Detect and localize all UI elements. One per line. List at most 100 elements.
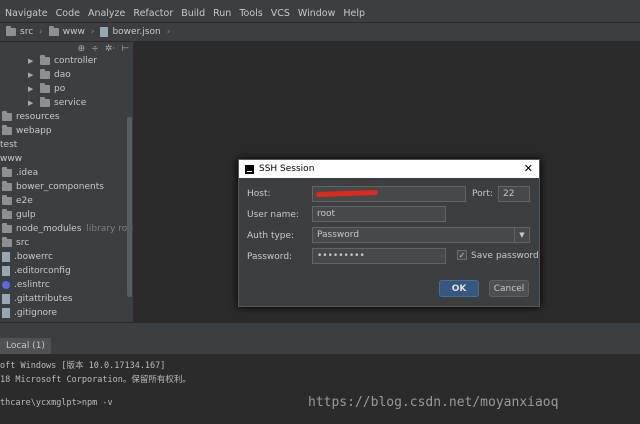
expand-arrow-icon[interactable]: ▶ bbox=[28, 99, 40, 107]
tree-item-label: test bbox=[0, 140, 18, 150]
expand-arrow-icon[interactable]: ▶ bbox=[28, 71, 40, 79]
breadcrumb-bower-json[interactable]: bower.json › bbox=[100, 27, 170, 37]
tree-item-controller[interactable]: ▶ controller bbox=[28, 54, 97, 68]
tree-item-eslintrc[interactable]: .eslintrc bbox=[2, 278, 50, 292]
tree-item-label: .gitignore bbox=[14, 308, 58, 318]
folder-icon bbox=[2, 209, 12, 219]
user-name-field[interactable]: root bbox=[312, 206, 446, 222]
terminal-line: oft Windows [版本 10.0.17134.167] bbox=[0, 361, 166, 371]
breadcrumb-www[interactable]: www › bbox=[48, 26, 94, 37]
tree-item-label: controller bbox=[54, 56, 97, 66]
menu-bar: Navigate Code Analyze Refactor Build Run… bbox=[0, 5, 640, 22]
menu-vcs[interactable]: VCS bbox=[271, 8, 290, 19]
chevron-right-icon: › bbox=[166, 27, 171, 37]
host-field[interactable] bbox=[312, 186, 466, 202]
json-file-icon bbox=[100, 27, 109, 37]
password-field[interactable]: ••••••••• bbox=[312, 248, 446, 264]
tree-item-label: po bbox=[54, 84, 66, 94]
menu-refactor[interactable]: Refactor bbox=[133, 8, 173, 19]
tree-item-dao[interactable]: ▶ dao bbox=[28, 68, 71, 82]
menu-build[interactable]: Build bbox=[181, 8, 205, 19]
dropdown-arrow-icon[interactable]: ▼ bbox=[514, 228, 529, 242]
tool-window-header bbox=[0, 322, 640, 338]
expand-arrow-icon[interactable]: ▶ bbox=[28, 85, 40, 93]
breadcrumb-label: bower.json bbox=[112, 27, 161, 37]
tree-item-bower-components[interactable]: bower_components bbox=[2, 180, 104, 194]
tab-local-terminal[interactable]: Local (1) bbox=[0, 338, 51, 354]
save-password-checkbox[interactable]: ✓ bbox=[457, 250, 467, 260]
terminal-tab-bar bbox=[0, 338, 640, 354]
collapse-icon[interactable]: ÷ bbox=[91, 44, 99, 54]
tree-item-gitignore[interactable]: .gitignore bbox=[2, 306, 57, 320]
tree-item-gitattributes[interactable]: .gitattributes bbox=[2, 292, 73, 306]
auth-type-select[interactable]: Password ▼ bbox=[312, 227, 530, 243]
chevron-right-icon: › bbox=[39, 27, 43, 37]
user-name-value: root bbox=[317, 209, 336, 219]
project-panel: ⊕ ÷ ✲· ⊢ ▶ controller ▶ dao ▶ po ▶ servi… bbox=[0, 42, 136, 322]
terminal-line: thcare\ycxmglpt>npm -v bbox=[0, 398, 113, 408]
menu-tools[interactable]: Tools bbox=[239, 8, 262, 19]
tree-item-www[interactable]: www bbox=[0, 152, 22, 166]
port-label: Port: bbox=[472, 189, 493, 199]
expand-arrow-icon[interactable]: ▶ bbox=[28, 57, 40, 65]
tree-item-label: .editorconfig bbox=[14, 266, 71, 276]
ok-button[interactable]: OK bbox=[439, 280, 479, 297]
tree-item-label: resources bbox=[16, 112, 60, 122]
breadcrumb-label: www bbox=[62, 27, 85, 37]
folder-icon bbox=[2, 181, 12, 191]
terminal-line: 18 Microsoft Corporation。保留所有权利。 bbox=[0, 375, 191, 385]
tree-item-src[interactable]: src bbox=[2, 236, 29, 250]
tree-item-label: webapp bbox=[16, 126, 52, 136]
dialog-title: SSH Session bbox=[259, 164, 315, 174]
folder-icon bbox=[6, 26, 16, 36]
ssh-session-dialog: SSH Session ✕ Host: Port: 22 User name: … bbox=[238, 159, 540, 307]
tree-item-editorconfig[interactable]: .editorconfig bbox=[2, 264, 71, 278]
gear-icon[interactable]: ✲· bbox=[105, 44, 115, 54]
tree-item-label: bower_components bbox=[16, 182, 104, 192]
host-label: Host: bbox=[247, 189, 271, 199]
tree-item-po[interactable]: ▶ po bbox=[28, 82, 65, 96]
watermark-text: https://blog.csdn.net/moyanxiaoq bbox=[308, 395, 559, 410]
dialog-title-bar[interactable]: SSH Session ✕ bbox=[239, 160, 539, 178]
tree-item-label: e2e bbox=[16, 196, 33, 206]
auth-type-label: Auth type: bbox=[247, 231, 295, 241]
folder-icon bbox=[48, 26, 59, 36]
tree-item-webapp[interactable]: webapp bbox=[2, 124, 52, 138]
menu-navigate[interactable]: Navigate bbox=[5, 8, 48, 19]
redaction-mark bbox=[315, 189, 379, 198]
password-label: Password: bbox=[247, 252, 293, 262]
tree-item-label: src bbox=[16, 238, 30, 248]
user-name-label: User name: bbox=[247, 210, 299, 220]
tree-item-service[interactable]: ▶ service bbox=[28, 96, 86, 110]
folder-icon bbox=[40, 83, 50, 93]
terminal-output[interactable]: oft Windows [版本 10.0.17134.167] 18 Micro… bbox=[0, 354, 640, 424]
menu-help[interactable]: Help bbox=[343, 8, 365, 19]
tree-item-gulp[interactable]: gulp bbox=[2, 208, 36, 222]
menu-analyze[interactable]: Analyze bbox=[88, 8, 125, 19]
file-icon bbox=[2, 294, 10, 304]
tree-item-test[interactable]: test bbox=[0, 138, 17, 152]
menu-window[interactable]: Window bbox=[298, 8, 335, 19]
folder-icon bbox=[2, 223, 12, 233]
tree-item-e2e[interactable]: e2e bbox=[2, 194, 33, 208]
tree-item-node-modules[interactable]: node_modules library root bbox=[2, 222, 136, 236]
tree-item-bowerrc[interactable]: .bowerrc bbox=[2, 250, 53, 264]
folder-icon bbox=[2, 111, 12, 121]
cancel-button[interactable]: Cancel bbox=[489, 280, 529, 297]
project-scrollbar[interactable] bbox=[127, 117, 132, 297]
hide-icon[interactable]: ⊢ bbox=[121, 44, 129, 54]
tree-item-idea[interactable]: .idea bbox=[2, 166, 38, 180]
locate-icon[interactable]: ⊕ bbox=[78, 44, 86, 54]
checkmark-icon: ✓ bbox=[458, 250, 466, 260]
tree-item-resources[interactable]: resources bbox=[2, 110, 60, 124]
port-field[interactable]: 22 bbox=[498, 186, 530, 202]
auth-type-value: Password bbox=[317, 230, 360, 240]
file-icon bbox=[2, 308, 10, 318]
menu-run[interactable]: Run bbox=[213, 8, 231, 19]
breadcrumb-src[interactable]: src › bbox=[6, 26, 43, 37]
folder-icon bbox=[2, 195, 12, 205]
menu-code[interactable]: Code bbox=[56, 8, 80, 19]
jetbrains-logo-icon bbox=[245, 164, 254, 174]
file-icon bbox=[2, 266, 10, 276]
close-icon[interactable]: ✕ bbox=[524, 162, 533, 175]
